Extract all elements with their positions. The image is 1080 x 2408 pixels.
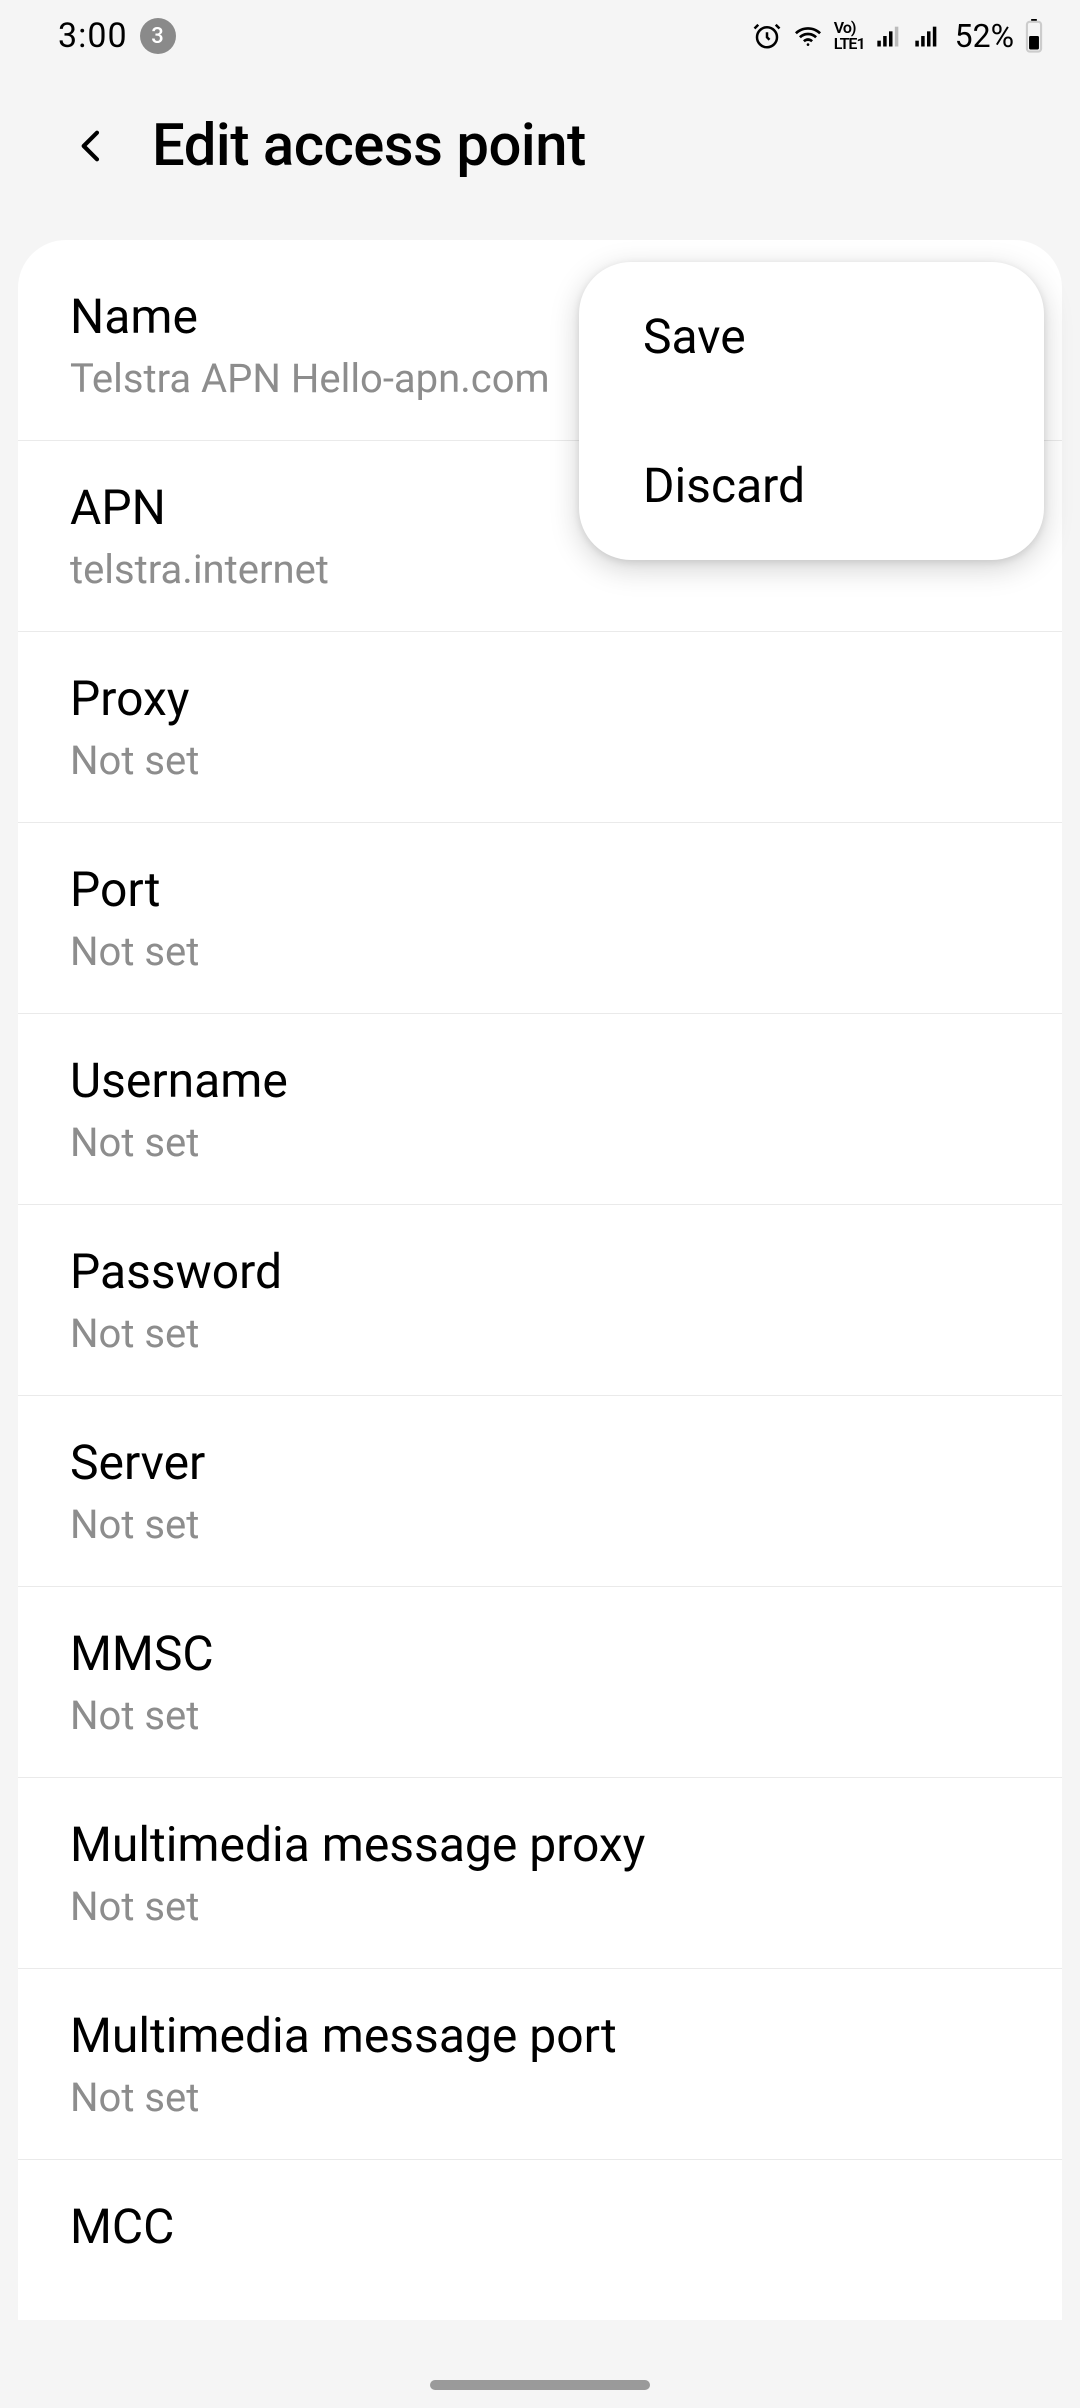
status-bar: 3:00 3 Vo)LTE1 52% (0, 0, 1080, 72)
row-value: Not set (70, 1883, 1010, 1930)
row-value: Not set (70, 1692, 1010, 1739)
volte-icon: Vo)LTE1 (834, 20, 865, 52)
row-title: MCC (70, 2198, 1010, 2255)
menu-item-save[interactable]: Save (579, 262, 1044, 411)
status-time: 3:00 (58, 16, 128, 56)
battery-icon (1024, 19, 1044, 53)
row-mms-proxy[interactable]: Multimedia message proxy Not set (18, 1778, 1062, 1969)
chevron-left-icon (72, 118, 112, 174)
row-mmsc[interactable]: MMSC Not set (18, 1587, 1062, 1778)
row-title: Proxy (70, 670, 1010, 727)
row-title: MMSC (70, 1625, 1010, 1682)
row-value: Not set (70, 928, 1010, 975)
row-title: Multimedia message port (70, 2007, 1010, 2064)
row-proxy[interactable]: Proxy Not set (18, 632, 1062, 823)
row-title: Port (70, 861, 1010, 918)
row-mcc[interactable]: MCC (18, 2160, 1062, 2293)
row-value: Not set (70, 1119, 1010, 1166)
wifi-icon (792, 21, 824, 51)
row-mms-port[interactable]: Multimedia message port Not set (18, 1969, 1062, 2160)
row-value: Not set (70, 1501, 1010, 1548)
overflow-menu: Save Discard (579, 262, 1044, 560)
row-server[interactable]: Server Not set (18, 1396, 1062, 1587)
signal-icon-2 (913, 22, 941, 50)
row-title: Multimedia message proxy (70, 1816, 1010, 1873)
row-password[interactable]: Password Not set (18, 1205, 1062, 1396)
status-left: 3:00 3 (58, 16, 176, 56)
row-value: Not set (70, 2074, 1010, 2121)
row-username[interactable]: Username Not set (18, 1014, 1062, 1205)
alarm-icon (752, 21, 782, 51)
back-button[interactable] (68, 122, 116, 170)
row-title: Password (70, 1243, 1010, 1300)
page-title: Edit access point (152, 112, 586, 180)
nav-handle[interactable] (430, 2380, 650, 2390)
page-header: Edit access point (0, 72, 1080, 240)
row-value: Not set (70, 1310, 1010, 1357)
status-right: Vo)LTE1 52% (752, 17, 1044, 55)
battery-percent: 52% (955, 17, 1014, 55)
signal-icon-1 (875, 22, 903, 50)
row-value: Not set (70, 737, 1010, 784)
notification-count-badge: 3 (140, 18, 176, 54)
row-title: Server (70, 1434, 1010, 1491)
menu-item-discard[interactable]: Discard (579, 411, 1044, 560)
row-title: Username (70, 1052, 1010, 1109)
row-port[interactable]: Port Not set (18, 823, 1062, 1014)
